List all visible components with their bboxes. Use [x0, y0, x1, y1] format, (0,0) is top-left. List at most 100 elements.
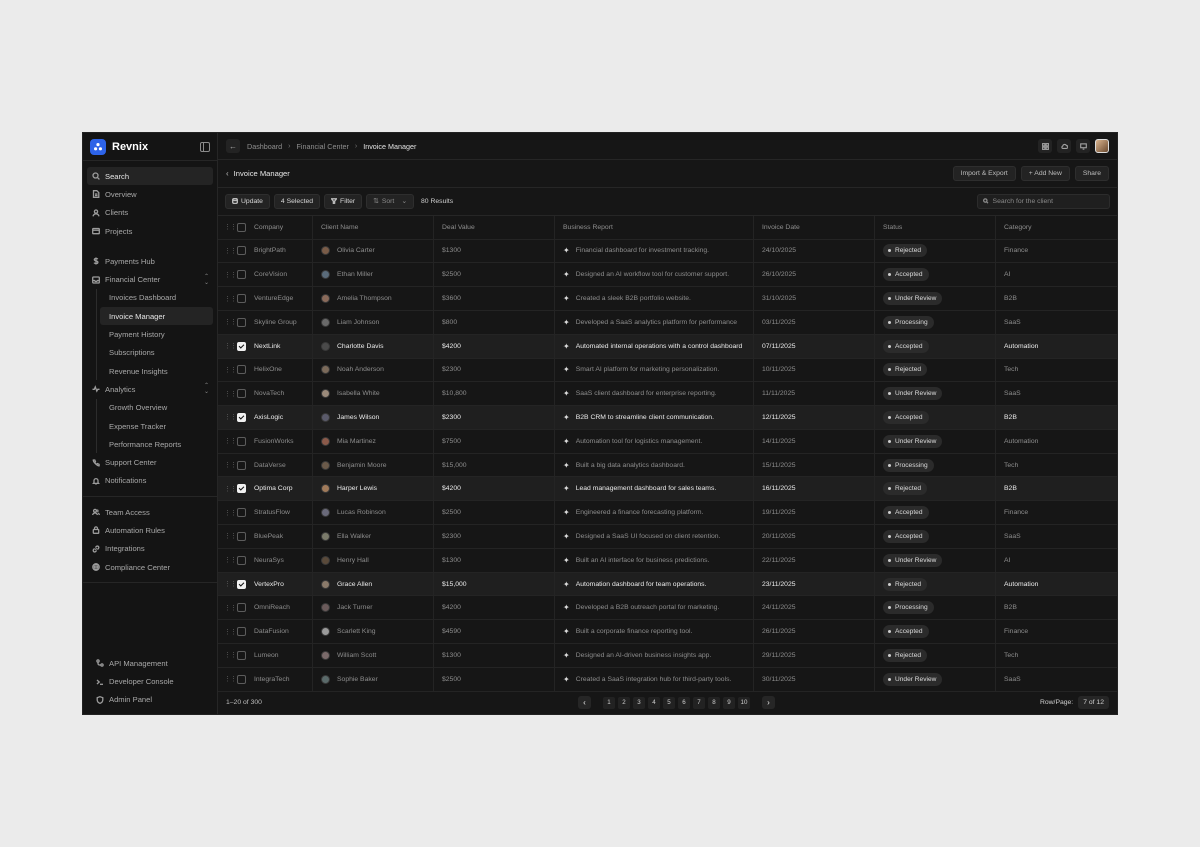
page-button[interactable]: 6 [678, 696, 690, 709]
sidebar-item-clients[interactable]: Clients [87, 204, 213, 222]
sidebar-item-analytics[interactable]: Analytics ⌃ ⌄ [87, 380, 213, 398]
grid-icon[interactable] [1038, 139, 1052, 154]
sidebar-item-invoices-dashboard[interactable]: Invoices Dashboard [100, 289, 213, 307]
drag-handle-icon[interactable]: ⋮⋮ [224, 628, 237, 636]
page-button[interactable]: 7 [693, 696, 705, 709]
drag-handle-icon[interactable]: ⋮⋮ [224, 556, 237, 564]
next-page-icon[interactable]: › [762, 696, 775, 710]
table-row[interactable]: ⋮⋮ BrightPath Olivia Carter $1300 ✦ Financial… [218, 239, 1117, 264]
sidebar-item-revenue-insights[interactable]: Revenue Insights [100, 362, 213, 380]
table-row[interactable]: ⋮⋮ Optima Corp Harper Lewis $4200 ✦ Lead mana… [218, 477, 1117, 502]
drag-handle-icon[interactable]: ⋮⋮ [224, 318, 237, 326]
drag-handle-icon[interactable]: ⋮⋮ [224, 437, 237, 445]
row-checkbox[interactable] [237, 555, 246, 565]
client-search[interactable] [977, 193, 1110, 209]
drag-handle-icon[interactable]: ⋮⋮ [224, 247, 237, 255]
column-header-deal-value[interactable]: Deal Value [442, 224, 475, 231]
sidebar-item-developer-console[interactable]: Developer Console [87, 672, 213, 690]
drag-handle-icon[interactable]: ⋮⋮ [224, 651, 237, 659]
table-row[interactable]: ⋮⋮ AxisLogic James Wilson $2300 ✦ B2B CRM to … [218, 406, 1117, 430]
drag-handle-icon[interactable]: ⋮⋮ [224, 509, 237, 517]
drag-handle-icon[interactable]: ⋮⋮ [224, 580, 237, 588]
page-button[interactable]: 1 [603, 696, 615, 709]
column-header-business-report[interactable]: Business Report [563, 224, 613, 231]
sidebar-item-overview[interactable]: Overview [87, 185, 213, 203]
drag-handle-icon[interactable]: ⋮⋮ [224, 271, 237, 279]
row-checkbox[interactable] [237, 341, 246, 351]
row-checkbox[interactable] [237, 436, 246, 446]
row-checkbox[interactable] [237, 294, 246, 303]
table-row[interactable]: ⋮⋮ NextLink Charlotte Davis $4200 ✦ Automated… [218, 334, 1117, 359]
row-checkbox[interactable] [237, 317, 246, 327]
sidebar-item-automation-rules[interactable]: Automation Rules [87, 521, 213, 539]
row-checkbox[interactable] [237, 389, 246, 399]
table-row[interactable]: ⋮⋮ Lumeon William Scott $1300 ✦ Designed an A… [218, 644, 1117, 668]
column-header-status[interactable]: Status [883, 224, 902, 231]
page-button[interactable]: 4 [648, 696, 660, 709]
breadcrumb-item[interactable]: Financial Center [297, 142, 349, 151]
table-row[interactable]: ⋮⋮ BluePeak Ella Walker $2300 ✦ Designed a Sa… [218, 525, 1117, 549]
row-checkbox[interactable] [237, 508, 246, 518]
row-checkbox[interactable] [237, 484, 246, 494]
drag-handle-icon[interactable]: ⋮⋮ [224, 413, 237, 421]
sidebar-item-expense-tracker[interactable]: Expense Tracker [100, 417, 213, 435]
page-button[interactable]: 10 [738, 696, 750, 709]
row-checkbox[interactable] [237, 246, 246, 256]
sidebar-item-payment-history[interactable]: Payment History [100, 325, 213, 343]
table-row[interactable]: ⋮⋮ VentureEdge Amelia Thompson $3600 ✦ Create… [218, 287, 1117, 311]
row-checkbox[interactable] [237, 650, 246, 660]
column-header-invoice-date[interactable]: Invoice Date [762, 224, 800, 231]
row-checkbox[interactable] [237, 603, 246, 613]
add-new-button[interactable]: + Add New [1020, 165, 1070, 181]
page-button[interactable]: 9 [723, 696, 735, 709]
table-row[interactable]: ⋮⋮ HelixOne Noah Anderson $2300 ✦ Smart AI pl… [218, 358, 1117, 383]
user-avatar[interactable] [1095, 139, 1109, 154]
table-row[interactable]: ⋮⋮ FusionWorks Mia Martinez $7500 ✦ Automatio… [218, 429, 1117, 454]
table-row[interactable]: ⋮⋮ IntegraTech Sophie Baker $2500 ✦ Created a… [218, 667, 1117, 692]
column-header-company[interactable]: Company [254, 224, 283, 231]
row-checkbox[interactable] [237, 365, 246, 375]
drag-handle-icon[interactable]: ⋮⋮ [224, 485, 237, 493]
sidebar-item-integrations[interactable]: Integrations [87, 540, 213, 558]
drag-handle-icon[interactable]: ⋮⋮ [224, 366, 237, 374]
table-row[interactable]: ⋮⋮ OmniReach Jack Turner $4200 ✦ Developed a … [218, 596, 1117, 621]
drag-handle-icon[interactable]: ⋮⋮ [224, 295, 237, 303]
share-button[interactable]: Share [1074, 165, 1109, 181]
sidebar-item-projects[interactable]: Projects [87, 222, 213, 240]
page-button[interactable]: 8 [708, 696, 720, 709]
sidebar-search[interactable]: Search [87, 167, 213, 186]
page-button[interactable]: 5 [663, 696, 675, 709]
table-row[interactable]: ⋮⋮ DataVerse Benjamin Moore $15,000 ✦ Built a… [218, 453, 1117, 478]
update-button[interactable]: Update [225, 193, 270, 209]
drag-handle-icon[interactable]: ⋮⋮ [224, 675, 237, 683]
import-export-button[interactable]: Import & Export [952, 165, 1016, 181]
cloud-icon[interactable] [1057, 139, 1071, 154]
sidebar-toggle-icon[interactable] [200, 141, 210, 152]
page-button[interactable]: 2 [618, 696, 630, 709]
table-row[interactable]: ⋮⋮ NeuraSys Henry Hall $1300 ✦ Built an AI in… [218, 548, 1117, 573]
row-checkbox[interactable] [237, 531, 246, 541]
prev-page-icon[interactable]: ‹ [578, 696, 591, 710]
filter-button[interactable]: Filter [324, 193, 363, 209]
page-button[interactable]: 3 [633, 696, 645, 709]
column-header-client-name[interactable]: Client Name [321, 224, 358, 231]
sidebar-item-performance-reports[interactable]: Performance Reports [100, 435, 213, 453]
breadcrumb-item[interactable]: Invoice Manager [363, 142, 416, 151]
row-checkbox[interactable] [237, 579, 246, 589]
sidebar-item-compliance-center[interactable]: Compliance Center [87, 558, 213, 576]
drag-handle-icon[interactable]: ⋮⋮ [224, 604, 237, 612]
row-checkbox[interactable] [237, 674, 246, 684]
chevron-left-icon[interactable]: ‹ [226, 169, 229, 178]
row-checkbox[interactable] [237, 627, 246, 637]
sidebar-item-payments-hub[interactable]: Payments Hub [87, 252, 213, 270]
breadcrumb-item[interactable]: Dashboard [247, 142, 282, 151]
table-row[interactable]: ⋮⋮ CoreVision Ethan Miller $2500 ✦ Designed a… [218, 263, 1117, 288]
monitor-icon[interactable] [1076, 139, 1090, 154]
sort-button[interactable]: ⇅ Sort ⌄ [366, 193, 415, 209]
sidebar-item-notifications[interactable]: Notifications [87, 472, 213, 490]
drag-handle-icon[interactable]: ⋮⋮ [224, 223, 237, 231]
sidebar-item-api-management[interactable]: API Management [87, 654, 213, 672]
drag-handle-icon[interactable]: ⋮⋮ [224, 461, 237, 469]
table-row[interactable]: ⋮⋮ NovaTech Isabella White $10,800 ✦ SaaS cli… [218, 382, 1117, 407]
column-header-category[interactable]: Category [1004, 224, 1032, 231]
